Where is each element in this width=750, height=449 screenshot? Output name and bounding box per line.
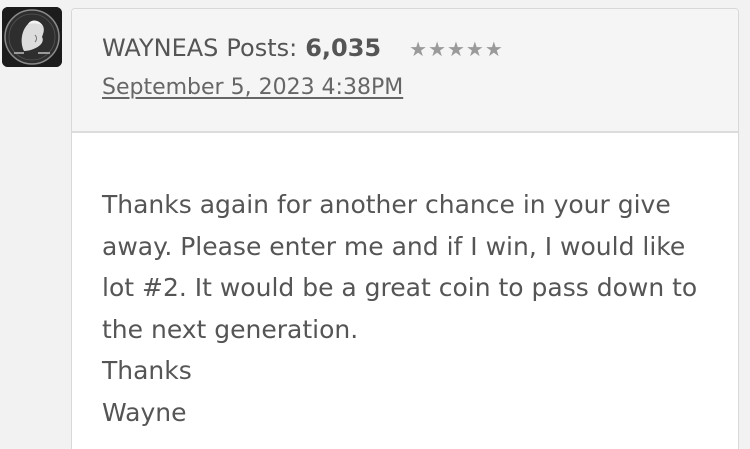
forum-page: WAYNEAS Posts: 6,035 ★★★★★ September 5, … bbox=[0, 0, 750, 449]
comment-paragraph: Thanks again for another chance in your … bbox=[102, 190, 698, 344]
comment-signature: Wayne bbox=[102, 397, 187, 427]
comment-header: WAYNEAS Posts: 6,035 ★★★★★ September 5, … bbox=[72, 9, 738, 133]
avatar[interactable] bbox=[2, 7, 62, 67]
comment-card: WAYNEAS Posts: 6,035 ★★★★★ September 5, … bbox=[71, 8, 739, 449]
author-meta: WAYNEAS Posts: 6,035 ★★★★★ bbox=[102, 34, 504, 62]
comment-timestamp-link[interactable]: September 5, 2023 4:38PM bbox=[102, 75, 403, 100]
posts-count: 6,035 bbox=[305, 34, 382, 62]
comment-body: Thanks again for another chance in your … bbox=[102, 184, 712, 433]
author-username-link[interactable]: WAYNEAS bbox=[102, 34, 218, 62]
rank-stars-icon: ★★★★★ bbox=[409, 37, 504, 61]
comment-closing: Thanks bbox=[102, 356, 192, 385]
posts-label: Posts: bbox=[226, 34, 298, 62]
kennedy-half-dollar-coin-icon bbox=[2, 7, 62, 67]
